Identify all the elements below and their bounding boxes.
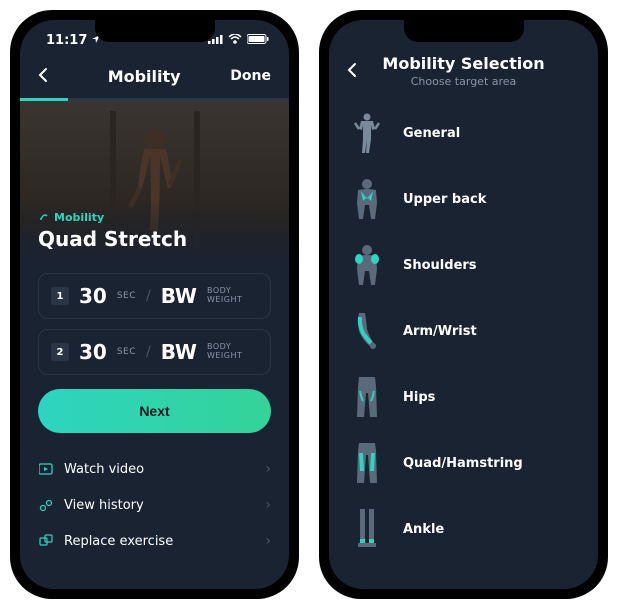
area-item-ankle[interactable]: Ankle (347, 496, 580, 562)
set-weight-label-2: WEIGHT (207, 352, 242, 361)
exercise-hero: Mobility Quad Stretch (20, 101, 289, 261)
phone-mockup-right: Mobility Selection Choose target area Ge… (319, 10, 608, 599)
body-icon-quadham (347, 440, 387, 486)
action-label: Watch video (64, 462, 255, 477)
set-duration-unit: SEC (117, 291, 136, 301)
category-label: Mobility (38, 210, 271, 225)
device-notch (95, 20, 215, 42)
done-button[interactable]: Done (230, 68, 271, 84)
body-area-list: General Upper back Shoulders Arm/Wrist (329, 94, 598, 568)
set-number: 1 (51, 287, 69, 305)
next-button[interactable]: Next (38, 389, 271, 433)
area-label: Quad/Hamstring (403, 456, 523, 471)
set-divider: / (146, 288, 151, 304)
category-text: Mobility (54, 211, 104, 224)
chevron-right-icon: › (265, 497, 271, 513)
area-label: Upper back (403, 192, 486, 207)
area-item-upperback[interactable]: Upper back (347, 166, 580, 232)
area-label: Arm/Wrist (403, 324, 477, 339)
action-list: Watch video › View history › Replace exe… (20, 445, 289, 565)
area-item-hips[interactable]: Hips (347, 364, 580, 430)
area-label: Shoulders (403, 258, 477, 273)
nav-bar: Mobility Selection Choose target area (329, 54, 598, 94)
set-row[interactable]: 2 30 SEC / BW BODY WEIGHT (38, 329, 271, 375)
replace-exercise-row[interactable]: Replace exercise › (38, 523, 271, 559)
body-icon-general (347, 110, 387, 156)
nav-title: Mobility Selection (367, 54, 560, 73)
action-label: View history (64, 498, 255, 513)
device-notch (404, 20, 524, 42)
body-icon-armwrist (347, 308, 387, 354)
body-icon-ankle (347, 506, 387, 552)
video-icon (38, 461, 54, 477)
area-label: Ankle (403, 522, 444, 537)
battery-icon (247, 33, 269, 48)
wifi-icon (228, 33, 242, 48)
set-row[interactable]: 1 30 SEC / BW BODY WEIGHT (38, 273, 271, 319)
area-item-quadham[interactable]: Quad/Hamstring (347, 430, 580, 496)
exercise-name: Quad Stretch (38, 227, 271, 251)
chevron-right-icon: › (265, 533, 271, 549)
status-time: 11:17 (46, 33, 87, 48)
sets-container: 1 30 SEC / BW BODY WEIGHT 2 30 SEC / BW … (20, 261, 289, 445)
screen-mobility-exercise: 11:17 Mobility Do (20, 20, 289, 589)
area-item-general[interactable]: General (347, 100, 580, 166)
set-duration: 30 (79, 340, 107, 364)
set-duration: 30 (79, 284, 107, 308)
phone-mockup-left: 11:17 Mobility Do (10, 10, 299, 599)
set-weight: BW (161, 284, 197, 308)
nav-subtitle: Choose target area (367, 75, 560, 88)
set-number: 2 (51, 343, 69, 361)
body-icon-hips (347, 374, 387, 420)
screen-mobility-selection: Mobility Selection Choose target area Ge… (329, 20, 598, 589)
nav-title: Mobility (58, 67, 230, 86)
set-weight-label-2: WEIGHT (207, 296, 242, 305)
area-label: Hips (403, 390, 435, 405)
area-label: General (403, 126, 460, 141)
watch-video-row[interactable]: Watch video › (38, 451, 271, 487)
action-label: Replace exercise (64, 534, 255, 549)
body-icon-upperback (347, 176, 387, 222)
replace-icon (38, 533, 54, 549)
mobility-icon (38, 210, 50, 225)
back-button[interactable] (38, 64, 58, 88)
nav-bar: Mobility Done (20, 60, 289, 98)
chevron-right-icon: › (265, 461, 271, 477)
set-duration-unit: SEC (117, 347, 136, 357)
set-divider: / (146, 344, 151, 360)
history-icon (38, 497, 54, 513)
hero-overlay: Mobility Quad Stretch (20, 200, 289, 261)
area-item-armwrist[interactable]: Arm/Wrist (347, 298, 580, 364)
body-icon-shoulders (347, 242, 387, 288)
set-weight: BW (161, 340, 197, 364)
back-button[interactable] (347, 59, 367, 83)
view-history-row[interactable]: View history › (38, 487, 271, 523)
area-item-shoulders[interactable]: Shoulders (347, 232, 580, 298)
